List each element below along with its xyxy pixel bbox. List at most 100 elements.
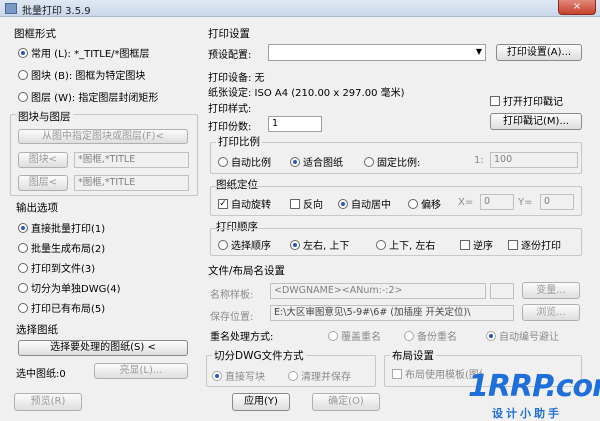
radio-icon	[18, 263, 28, 273]
section-layout: 布局设置	[390, 348, 436, 363]
radio-icon	[288, 371, 298, 381]
reverse-order-checkbox[interactable]: 逆序	[460, 237, 493, 252]
paper-label: 纸张设定: ISO A4 (210.00 x 297.00 毫米)	[208, 88, 405, 99]
print-settings-button[interactable]: 打印设置(A)...	[496, 44, 582, 61]
copies-field[interactable]: 1	[268, 116, 322, 132]
block-pick-button[interactable]: 图块<	[18, 152, 68, 168]
save-path-field[interactable]: E:\大区审图意见\5-9#\6# (加插座 开关定位)\	[270, 305, 514, 321]
y-label: Y=	[518, 197, 533, 208]
radio-rename-backup[interactable]: 备份重名	[404, 328, 457, 343]
select-drawing-button[interactable]: 选择要处理的图纸(S) <	[18, 340, 188, 356]
radio-rename-overwrite[interactable]: 覆盖重名	[328, 328, 381, 343]
section-split: 切分DWG文件方式	[212, 348, 306, 363]
radio-icon	[486, 331, 496, 341]
pick-from-drawing-button[interactable]: 从图中指定图块或图层(F)<	[18, 129, 188, 144]
open-stamp-checkbox[interactable]: 打开打印戳记	[490, 93, 563, 108]
radio-format-common[interactable]: 常用 (L): *_TITLE/*图框层	[18, 45, 150, 60]
radio-label: 固定比例:	[377, 158, 421, 169]
highlight-button[interactable]: 亮显(L)...	[94, 363, 188, 379]
y-offset-field[interactable]: 0	[540, 194, 574, 210]
radio-label: 适合图纸	[303, 158, 343, 169]
copies-label: 打印份数:	[208, 122, 252, 133]
radio-label: 覆盖重名	[341, 332, 381, 343]
name-extra-field[interactable]	[490, 283, 514, 299]
radio-label: 清理并保存	[301, 372, 351, 383]
selected-count: 选中图纸:0	[16, 369, 66, 380]
app-icon	[5, 3, 17, 14]
checkbox-icon	[490, 96, 500, 106]
layer-name-field[interactable]: *图框,*TITLE	[74, 175, 189, 191]
radio-label: 切分为单独DWG(4)	[31, 284, 121, 295]
section-select-drawing: 选择图纸	[16, 324, 58, 336]
save-path-label: 保存位置:	[210, 312, 254, 323]
ratio-prefix: 1:	[474, 155, 484, 166]
radio-label: 批量生成布局(2)	[31, 244, 106, 255]
name-sample-label: 名称样板:	[210, 290, 254, 301]
radio-icon	[218, 157, 228, 167]
x-offset-field[interactable]: 0	[480, 194, 514, 210]
radio-scale-fit[interactable]: 适合图纸	[290, 154, 343, 169]
radio-icon	[218, 240, 228, 250]
radio-output-file[interactable]: 打印到文件(3)	[18, 260, 95, 275]
radio-label: 偏移	[421, 200, 441, 211]
section-block-layer: 图块与图层	[16, 109, 73, 124]
radio-scale-auto[interactable]: 自动比例	[218, 154, 271, 169]
radio-order-select[interactable]: 选择顺序	[218, 237, 271, 252]
checkbox-label: 反向	[303, 200, 323, 211]
radio-icon	[18, 92, 28, 102]
browse-button[interactable]: 浏览...	[522, 304, 580, 321]
radio-label: 图块 (B): 图框为特定图块	[31, 71, 146, 82]
chevron-down-icon: ▼	[475, 47, 482, 56]
preset-label: 预设配置:	[208, 50, 252, 61]
radio-icon	[18, 243, 28, 253]
watermark-main: 1RRP.com	[468, 369, 600, 404]
preview-button[interactable]: 预览(R)	[14, 393, 82, 411]
radio-offset[interactable]: 偏移	[408, 196, 441, 211]
ratio-field[interactable]: 100	[490, 152, 578, 168]
close-button[interactable]: ×	[558, 0, 596, 15]
layer-pick-button[interactable]: 图层<	[18, 175, 68, 191]
radio-format-layer[interactable]: 图层 (W): 指定图层封闭矩形	[18, 89, 158, 104]
radio-split-direct[interactable]: 直接写块	[212, 368, 265, 383]
radio-output-layout[interactable]: 批量生成布局(2)	[18, 240, 105, 255]
radio-label: 直接写块	[225, 372, 265, 383]
radio-output-direct[interactable]: 直接批量打印(1)	[18, 220, 105, 235]
preset-select[interactable]: ▼	[268, 44, 486, 61]
radio-icon	[290, 157, 300, 167]
radio-rename-auto[interactable]: 自动编号避让	[486, 328, 559, 343]
stamp-button[interactable]: 打印戳记(M)...	[490, 113, 582, 130]
variable-button[interactable]: 变量...	[522, 282, 580, 299]
radio-icon	[18, 70, 28, 80]
radio-order-lr[interactable]: 左右, 上下	[290, 237, 349, 252]
apply-button[interactable]: 应用(Y)	[232, 393, 290, 411]
radio-format-block[interactable]: 图块 (B): 图框为特定图块	[18, 67, 145, 82]
radio-icon	[18, 303, 28, 313]
copy-print-checkbox[interactable]: 逐份打印	[508, 237, 561, 252]
radio-output-existing[interactable]: 打印已有布局(5)	[18, 300, 105, 315]
radio-split-clean[interactable]: 清理并保存	[288, 368, 351, 383]
radio-label: 自动比例	[231, 158, 271, 169]
radio-label: 打印到文件(3)	[31, 264, 96, 275]
radio-auto-center[interactable]: 自动居中	[338, 196, 391, 211]
block-name-field[interactable]: *图框,*TITLE	[74, 152, 189, 168]
radio-label: 图层 (W): 指定图层封闭矩形	[31, 93, 159, 104]
checkbox-icon	[508, 240, 518, 250]
checkbox-icon	[392, 369, 402, 379]
window-title: 批量打印 3.5.9	[22, 6, 91, 17]
radio-label: 上下, 左右	[389, 241, 436, 252]
radio-scale-fixed[interactable]: 固定比例:	[364, 154, 420, 169]
section-drawing-format: 图框形式	[14, 28, 56, 40]
reverse-rotate-checkbox[interactable]: 反向	[290, 196, 323, 211]
radio-order-ud[interactable]: 上下, 左右	[376, 237, 435, 252]
radio-output-split[interactable]: 切分为单独DWG(4)	[18, 280, 121, 295]
auto-rotate-checkbox[interactable]: ✓ 自动旋转	[218, 196, 271, 211]
checkbox-label: 自动旋转	[231, 200, 271, 211]
name-sample-field[interactable]: <DWGNAME><ANum:-:2>	[270, 283, 486, 299]
ok-button[interactable]: 确定(O)	[312, 393, 380, 411]
device-label: 打印设备: 无	[208, 73, 265, 84]
check-icon: ✓	[218, 199, 228, 209]
checkbox-label: 打开打印戳记	[503, 97, 563, 108]
radio-label: 选择顺序	[231, 241, 271, 252]
style-label: 打印样式:	[208, 104, 252, 115]
radio-icon	[290, 240, 300, 250]
